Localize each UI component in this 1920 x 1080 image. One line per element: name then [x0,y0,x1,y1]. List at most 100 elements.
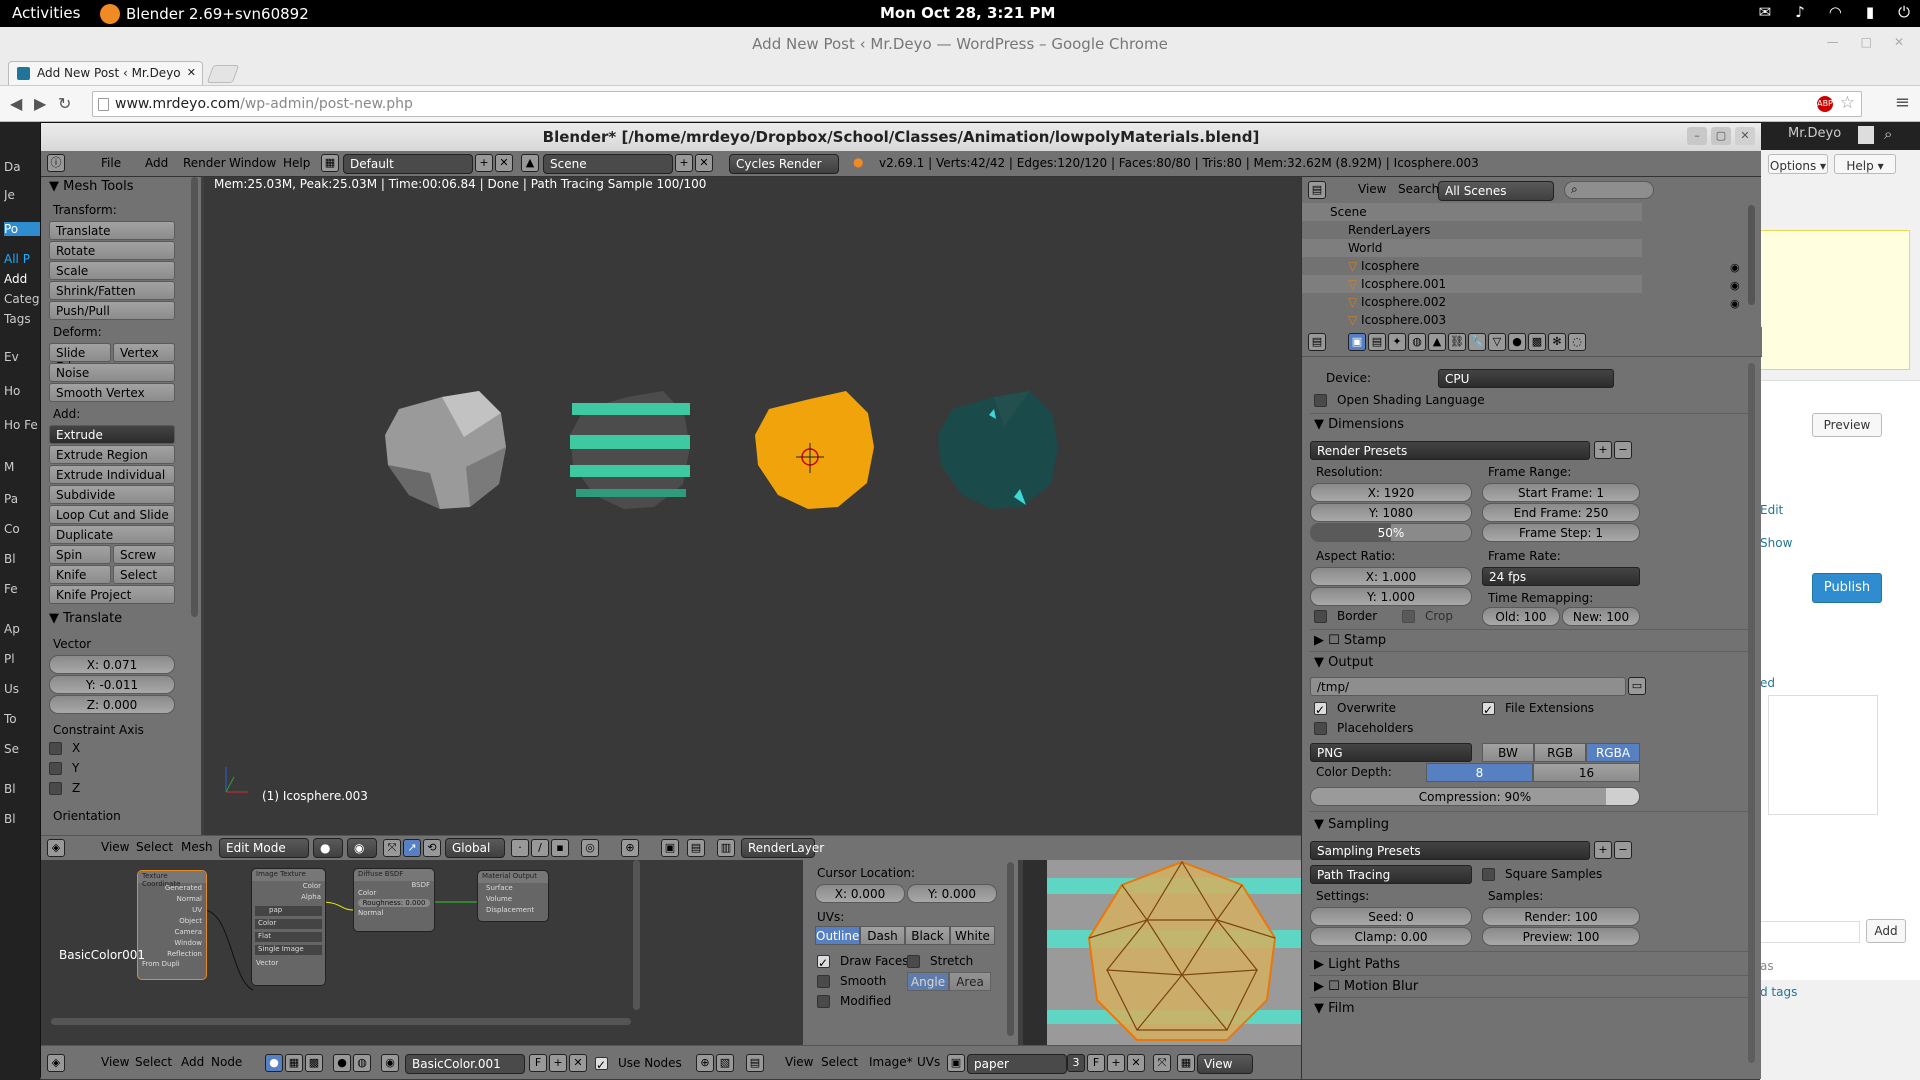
show-link[interactable]: Show [1760,536,1792,550]
screen-options-button[interactable]: Options ▾ [1768,154,1828,174]
tab-close-icon[interactable]: ✕ [187,66,196,79]
scene-icon[interactable]: ▲ [521,154,539,172]
outline-toggle[interactable]: Outline [815,926,860,945]
rgba-toggle[interactable]: RGBA [1586,743,1640,762]
integrator-select[interactable]: Path Tracing [1310,865,1472,884]
properties-scrollbar[interactable] [1748,363,1755,1063]
display-mode-select[interactable]: All Scenes [1438,181,1554,201]
app-menu[interactable]: Blender 2.69+svn60892 [100,4,309,24]
resolution-y-field[interactable]: Y: 1080 [1310,503,1472,522]
material-output-node[interactable]: Material Output Surface Volume Displacemen… [477,870,549,922]
resolution-percent-slider[interactable]: 50% [1310,523,1472,542]
new-tab-button[interactable] [206,65,240,83]
outliner-search-menu[interactable]: Search [1398,182,1439,196]
world-context-icon[interactable]: ◍ [1408,333,1426,351]
outliner-type-icon[interactable]: ▤ [1308,181,1326,199]
diffuse-bsdf-node[interactable]: Diffuse BSDF BSDF Color Roughness: 0.000… [353,868,435,932]
pin-icon[interactable]: ⤧ [1153,1054,1171,1072]
fake-user-button[interactable]: F [529,1054,547,1072]
vertex-select-icon[interactable]: · [511,839,529,857]
outliner-view-menu[interactable]: View [1358,182,1386,196]
browser-tab[interactable]: Add New Post ‹ Mr.Deyo ✕ [8,61,203,85]
wp-menu-item[interactable]: All P [4,252,40,266]
outliner-item-renderlayers[interactable]: RenderLayers [1302,221,1642,239]
minimize-icon[interactable]: — [1827,35,1839,49]
output-panel-header[interactable]: ▼ Output [1314,655,1373,670]
visibility-eye-icon[interactable]: ◉ [1730,261,1740,274]
address-bar[interactable]: www.mrdeyo.com/wp-admin/post-new.php ABP ☆ [92,91,1862,117]
backdrop-icon[interactable]: ▧ [716,1054,734,1072]
unlink-image-icon[interactable]: ✕ [1127,1054,1145,1072]
translate-button[interactable]: Translate [49,221,175,240]
chat-icon[interactable]: ✉ [1759,3,1772,21]
area-toggle[interactable]: Area [949,972,991,991]
extrude-region-button[interactable]: Extrude Region [49,445,175,464]
shading-select[interactable]: ● [313,838,343,858]
render-context-icon[interactable]: ▣ [1348,333,1366,351]
rotate-manipulator-icon[interactable]: ⟲ [423,839,441,857]
mesh-tools-header[interactable]: ▼ Mesh Tools [49,179,134,194]
wp-menu-item[interactable]: M [4,460,40,474]
add-sampling-preset-icon[interactable]: + [1594,841,1612,859]
view-mode-select[interactable]: View [1197,1054,1253,1074]
bw-toggle[interactable]: BW [1482,743,1534,762]
node-add-menu[interactable]: Add [181,1055,204,1069]
data-context-icon[interactable]: ▽ [1488,333,1506,351]
knife-button[interactable]: Knife [49,565,111,584]
seed-field[interactable]: Seed: 0 [1310,907,1472,926]
outliner-item-icosphere[interactable]: ▽ Icosphere [1302,257,1642,275]
manipulator-icon[interactable]: ⤧ [383,839,401,857]
remove-scene-icon[interactable]: ✕ [695,154,713,172]
output-path-input[interactable]: /tmp/ [1310,677,1626,696]
angle-toggle[interactable]: Angle [907,972,949,991]
reload-icon[interactable]: ↻ [58,94,71,113]
power-icon[interactable]: ⏻ [1898,3,1910,21]
extrude-individual-button[interactable]: Extrude Individual [49,465,175,484]
wp-menu-item[interactable]: Co [4,522,40,536]
face-select-icon[interactable]: ▪ [551,839,569,857]
resolution-x-field[interactable]: X: 1920 [1310,483,1472,502]
draw-faces-checkbox[interactable]: ✓ Draw Faces [817,954,909,970]
menu-window[interactable]: Window [229,156,276,170]
wp-user[interactable]: Mr.Deyo [1788,126,1841,141]
pivot-select[interactable]: ◉ [347,838,377,858]
cursor-x-field[interactable]: X: 0.000 [815,884,905,903]
folder-icon[interactable]: ▭ [1628,677,1646,695]
modifiers-context-icon[interactable]: 🔧 [1468,333,1486,351]
outliner-scrollbar[interactable] [1748,205,1755,305]
push-pull-button[interactable]: Push/Pull [49,301,175,320]
aspect-y-field[interactable]: Y: 1.000 [1310,587,1472,606]
outliner-item-icosphere-003[interactable]: ▽ Icosphere.003 [1302,311,1642,325]
stamp-panel-header[interactable]: ▶ ☐ Stamp [1314,633,1386,648]
3d-viewport[interactable]: Mem:25.03M, Peak:25.03M | Time:00:06.84 … [204,177,1301,835]
material-select[interactable]: BasicColor.001 [405,1054,525,1074]
constraint-x-checkbox[interactable]: X [49,741,80,755]
help-button[interactable]: Help ▾ [1834,154,1896,174]
wp-menu-item[interactable]: Bl [4,782,40,796]
black-toggle[interactable]: Black [905,926,950,945]
editor-type-icon[interactable]: ⓘ [47,154,65,172]
light-paths-panel-header[interactable]: ▶ Light Paths [1314,957,1400,972]
render-engine-select[interactable]: Cycles Render [729,154,839,174]
wp-menu-item[interactable]: Se [4,742,40,756]
image-fake-user-button[interactable]: F [1087,1054,1105,1072]
node-view-menu[interactable]: View [101,1055,129,1069]
object-context-icon[interactable]: ▲ [1428,333,1446,351]
file-format-select[interactable]: PNG [1310,743,1472,762]
wp-menu-item[interactable]: Ap [4,622,40,636]
mode-select[interactable]: Edit Mode [219,838,309,858]
render-layer-icon[interactable]: ▥ [717,839,735,857]
close-icon[interactable]: ✕ [1735,127,1755,145]
node-scrollbar-h[interactable] [51,1018,631,1025]
screw-button[interactable]: Screw [113,545,175,564]
edit-link[interactable]: Edit [1760,503,1783,517]
particles-context-icon[interactable]: ✻ [1548,333,1566,351]
end-frame-field[interactable]: End Frame: 250 [1482,503,1640,522]
image-menu[interactable]: Image* [869,1055,913,1069]
frame-rate-select[interactable]: 24 fps [1482,567,1640,586]
compression-slider[interactable]: Compression: 90% [1310,787,1640,806]
translate-manipulator-icon[interactable]: ↗ [403,839,421,857]
bookmark-star-icon[interactable]: ☆ [1840,93,1855,113]
orientation-select[interactable]: Global [445,838,505,858]
render-presets-select[interactable]: Render Presets [1310,441,1590,460]
